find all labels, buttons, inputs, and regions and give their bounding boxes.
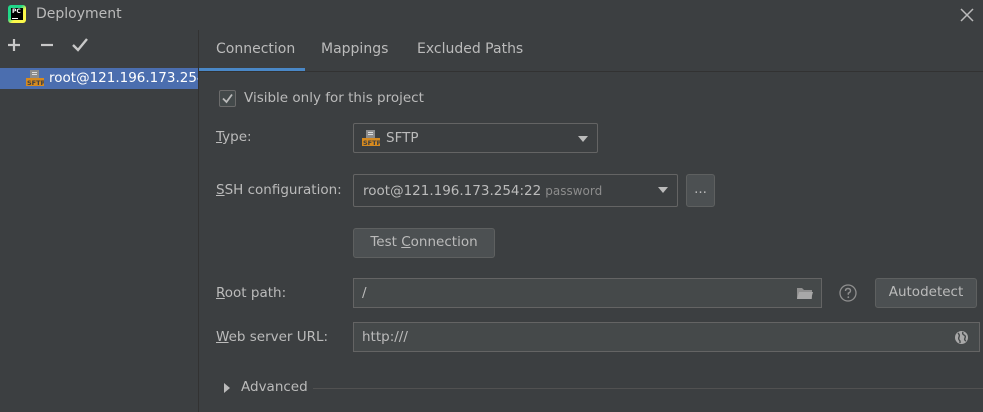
autodetect-button[interactable]: Autodetect [875, 278, 977, 308]
tab-connection[interactable]: Connection [216, 41, 295, 57]
server-item[interactable]: SFTP root@121.196.173.254 [0, 68, 206, 89]
chevron-down-icon [578, 136, 588, 142]
ssh-config-value: root@121.196.173.254:22 password [363, 183, 603, 199]
folder-icon[interactable] [796, 286, 814, 300]
svg-text:SFTP: SFTP [27, 79, 44, 86]
server-label: root@121.196.173.254 [49, 70, 206, 86]
server-list-panel: SFTP root@121.196.173.254 [0, 30, 206, 412]
tab-mappings[interactable]: Mappings [321, 41, 388, 57]
window-title: Deployment [36, 6, 122, 22]
sftp-icon: SFTP [26, 70, 44, 86]
root-path-label: Root path: [216, 285, 287, 301]
advanced-section-toggle[interactable]: Advanced [241, 379, 308, 395]
type-dropdown[interactable]: SFTP SFTP [353, 123, 598, 153]
active-tab-indicator [199, 68, 305, 71]
expand-arrow-icon[interactable] [224, 383, 230, 393]
ssh-auth-type: password [545, 184, 603, 198]
chevron-down-icon [658, 187, 668, 193]
advanced-separator [313, 388, 983, 389]
sftp-icon: SFTP [362, 130, 380, 146]
visible-only-label[interactable]: Visible only for this project [244, 90, 424, 106]
ssh-config-dropdown[interactable]: root@121.196.173.254:22 password [353, 174, 678, 207]
apply-check-icon[interactable] [70, 35, 90, 55]
globe-icon[interactable] [954, 330, 969, 345]
server-toolbar [0, 30, 198, 60]
type-label: Type: [216, 129, 252, 145]
test-connection-button[interactable]: Test Connection [353, 228, 495, 258]
web-server-url-input[interactable]: http:/// [353, 322, 980, 352]
help-icon[interactable] [839, 284, 857, 302]
svg-text:SFTP: SFTP [363, 139, 380, 146]
tab-excluded-paths[interactable]: Excluded Paths [417, 41, 523, 57]
remove-icon[interactable] [37, 35, 57, 55]
ssh-config-more-button[interactable]: ... [686, 174, 715, 207]
type-value: SFTP [386, 130, 419, 146]
visible-only-checkbox[interactable] [219, 90, 236, 107]
web-server-url-label: Web server URL: [216, 329, 329, 345]
root-path-value: / [362, 285, 367, 301]
ssh-config-label: SSH configuration: [216, 182, 342, 198]
pycharm-logo-icon: PC [8, 5, 26, 23]
tab-bar: Connection Mappings Excluded Paths [199, 30, 983, 72]
close-icon[interactable] [958, 6, 976, 24]
settings-panel: Connection Mappings Excluded Paths Visib… [199, 30, 983, 412]
add-icon[interactable] [4, 35, 24, 55]
web-server-url-value: http:/// [362, 329, 408, 345]
root-path-input[interactable]: / [353, 278, 822, 308]
title-bar: PC Deployment [0, 0, 983, 30]
